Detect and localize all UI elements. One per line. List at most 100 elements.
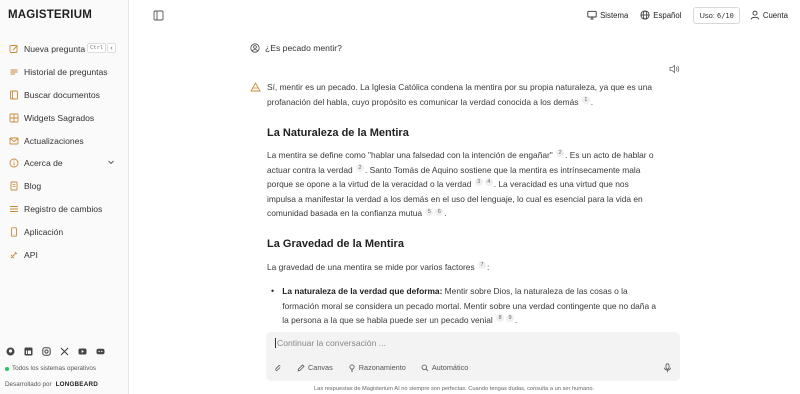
- developer-prefix: Desarrollado por: [5, 381, 52, 388]
- theme-label: Sistema: [600, 10, 629, 20]
- sidebar-item-buscar[interactable]: Buscar documentos: [0, 84, 129, 107]
- system-status[interactable]: Todos los sistemas operativos: [5, 365, 96, 372]
- section-heading: La Naturaleza de la Mentira: [267, 127, 409, 139]
- paperclip-icon: [275, 364, 281, 371]
- message-composer: Continuar la conversación ... Canvas Raz…: [266, 332, 680, 381]
- sidebar-item-api[interactable]: API: [0, 243, 129, 266]
- citation-ref[interactable]: 3: [474, 178, 483, 187]
- x-icon[interactable]: [60, 347, 69, 356]
- citation-ref[interactable]: 2: [356, 163, 364, 172]
- bullet-marker: •: [271, 286, 275, 296]
- sidebar-item-widgets[interactable]: Widgets Sagrados: [0, 106, 129, 129]
- sidebar-item-registro[interactable]: Registro de cambios: [0, 198, 129, 221]
- sidebar-item-label: Actualizaciones: [24, 135, 84, 146]
- account-menu[interactable]: Cuenta: [750, 10, 788, 20]
- bullet-text: La naturaleza de la verdad que deforma: …: [282, 286, 657, 326]
- shortcut-badge: Ctrl: [87, 43, 107, 53]
- top-bar: Sistema Español Uso: 6/10 Cuenta: [587, 0, 800, 30]
- sidebar-item-label: Aplicación: [24, 226, 64, 237]
- microphone-icon[interactable]: [663, 363, 672, 373]
- social-links: [6, 347, 105, 356]
- monitor-icon: [587, 10, 597, 20]
- section-heading: La Gravedad de la Mentira: [267, 238, 404, 250]
- sidebar-item-label: Nueva pregunta: [24, 44, 86, 55]
- info-icon: [9, 158, 19, 168]
- question-text: ¿Es pecado mentir?: [265, 43, 342, 53]
- sidebar-toggle-icon[interactable]: [153, 10, 164, 21]
- sidebar-item-label: Buscar documentos: [24, 89, 100, 100]
- sidebar-item-label: Historial de preguntas: [24, 67, 108, 78]
- instagram-icon[interactable]: [42, 347, 51, 356]
- text-caret: [275, 338, 276, 348]
- sidebar-item-label: API: [24, 249, 38, 260]
- citation-ref[interactable]: 4: [484, 178, 493, 187]
- youtube-icon[interactable]: [78, 347, 87, 356]
- answer-intro: Sí, mentir es un pecado. La Iglesia Cató…: [267, 82, 653, 107]
- bullet-bold-text: La naturaleza de la verdad que deforma:: [282, 286, 443, 296]
- sidebar-item-label: Acerca de: [24, 158, 63, 169]
- sidebar-item-label: Blog: [24, 181, 42, 192]
- book-icon: [9, 90, 19, 100]
- citation-ref[interactable]: 1: [581, 95, 590, 104]
- sidebar-item-actualizaciones[interactable]: Actualizaciones: [0, 129, 129, 152]
- message-input[interactable]: Continuar la conversación ...: [275, 338, 386, 348]
- magisterium-answer-icon: [250, 82, 261, 92]
- disclaimer-text: Las respuestas de Magisterium AI no siem…: [314, 386, 595, 392]
- search-icon: [421, 364, 429, 371]
- chevron-down-icon[interactable]: [107, 158, 115, 166]
- status-dot: [5, 366, 9, 371]
- user-icon: [250, 43, 260, 53]
- citation-ref[interactable]: 9: [506, 314, 515, 323]
- app-logo[interactable]: MAGISTERIUM: [8, 9, 92, 21]
- sidebar-item-label: Widgets Sagrados: [24, 112, 95, 123]
- mail-icon: [9, 136, 19, 146]
- linkedin-icon[interactable]: [24, 347, 33, 356]
- sidebar-item-blog[interactable]: Blog: [0, 175, 129, 198]
- section2-text: La gravedad de una mentira se mide por v…: [267, 262, 475, 272]
- sidebar-item-aplicacion[interactable]: Aplicación: [0, 220, 129, 243]
- user-icon: [750, 10, 760, 20]
- sidebar-item-historial[interactable]: Historial de preguntas: [0, 61, 129, 84]
- speaker-icon[interactable]: [669, 64, 680, 74]
- pencil-icon: [297, 363, 305, 371]
- citation-ref[interactable]: 5: [425, 207, 434, 216]
- api-icon: [9, 250, 19, 260]
- reasoning-button[interactable]: Razonamiento: [348, 363, 406, 372]
- chevron-left-icon[interactable]: ‹: [107, 43, 116, 53]
- canvas-label: Canvas: [308, 363, 333, 372]
- usage-value: 6/10: [716, 11, 734, 20]
- citation-ref[interactable]: 6: [435, 207, 444, 216]
- list-item: • La naturaleza de la verdad que deforma…: [271, 284, 657, 328]
- grid-icon: [9, 113, 19, 123]
- edit-icon: [9, 44, 19, 54]
- answer-intro-text: Sí, mentir es un pecado. La Iglesia Cató…: [267, 82, 653, 107]
- history-icon: [9, 67, 19, 77]
- sidebar-item-label: Registro de cambios: [24, 203, 103, 214]
- discord-icon[interactable]: [96, 347, 105, 356]
- section1-paragraph: La mentira se define como "hablar una fa…: [267, 149, 654, 219]
- language-label: Español: [653, 10, 682, 20]
- citation-ref[interactable]: 2: [556, 149, 565, 158]
- sidebar-item-acerca[interactable]: Acerca de: [0, 152, 129, 175]
- theme-selector[interactable]: Sistema: [587, 10, 628, 20]
- language-selector[interactable]: Español: [640, 10, 681, 20]
- file-icon: [9, 181, 19, 191]
- list-icon: [9, 204, 19, 214]
- status-text: Todos los sistemas operativos: [12, 365, 96, 372]
- automatic-search-button[interactable]: Automático: [421, 363, 469, 372]
- canvas-button[interactable]: Canvas: [297, 363, 333, 372]
- reasoning-label: Razonamiento: [358, 363, 406, 372]
- automatic-label: Automático: [431, 363, 469, 372]
- sidebar-item-nueva-pregunta[interactable]: Nueva pregunta Ctrl ‹: [0, 38, 129, 61]
- composer-tools: Canvas Razonamiento Automático: [274, 363, 483, 372]
- usage-badge[interactable]: Uso: 6/10: [693, 6, 740, 24]
- sidebar-nav: Nueva pregunta Ctrl ‹ Historial de pregu…: [0, 38, 129, 266]
- sidebar: MAGISTERIUM Nueva pregunta Ctrl ‹ Histor…: [0, 0, 129, 394]
- lightbulb-icon: [349, 364, 355, 372]
- account-label: Cuenta: [762, 10, 788, 20]
- developer-credit[interactable]: Desarrollado por LONGBEARD: [5, 381, 98, 388]
- citation-ref[interactable]: 7: [477, 261, 486, 270]
- citation-ref[interactable]: 8: [496, 314, 505, 323]
- github-icon[interactable]: [6, 347, 15, 356]
- attach-button[interactable]: [274, 364, 282, 372]
